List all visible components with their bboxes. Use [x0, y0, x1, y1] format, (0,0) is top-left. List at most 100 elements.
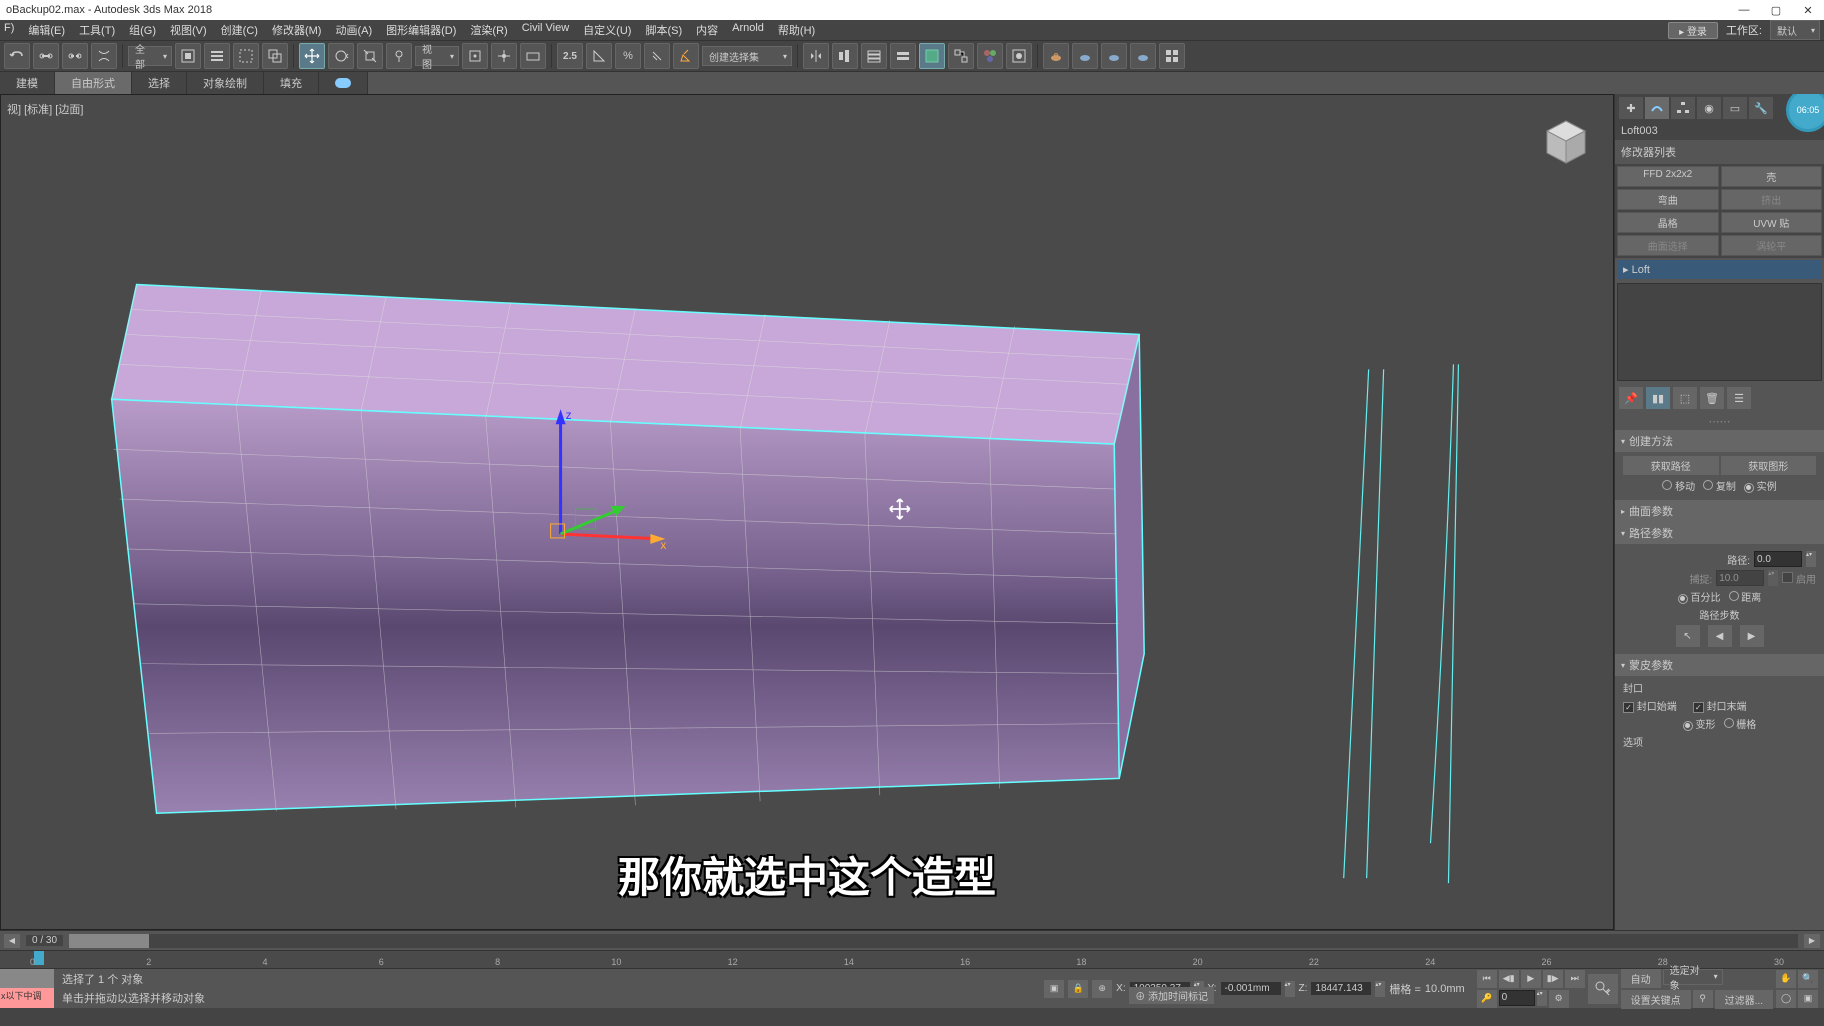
- large-key-icon[interactable]: [1588, 974, 1618, 1004]
- get-path-button[interactable]: 获取路径: [1623, 456, 1719, 475]
- menu-item[interactable]: 创建(C): [221, 22, 258, 38]
- minimize-icon[interactable]: —: [1734, 3, 1754, 17]
- schematic-icon[interactable]: [948, 43, 974, 69]
- ref-coord-dropdown[interactable]: 视图: [415, 46, 459, 66]
- percent-snap-icon[interactable]: %: [615, 43, 641, 69]
- next-shape-icon[interactable]: ▶: [1740, 625, 1764, 647]
- display-tab-icon[interactable]: ▭: [1723, 97, 1747, 119]
- time-config-icon[interactable]: ⚙: [1549, 990, 1569, 1008]
- bind-icon[interactable]: [91, 43, 117, 69]
- next-frame-icon[interactable]: ▮▶: [1543, 970, 1563, 988]
- rotate-icon[interactable]: [328, 43, 354, 69]
- prev-shape-icon[interactable]: ◀: [1708, 625, 1732, 647]
- enable-checkbox[interactable]: 启用: [1782, 571, 1816, 586]
- modify-tab-icon[interactable]: [1645, 97, 1669, 119]
- move-icon[interactable]: [299, 43, 325, 69]
- viewport-grid-icon[interactable]: [1159, 43, 1185, 69]
- scale-icon[interactable]: [357, 43, 383, 69]
- menu-item[interactable]: 帮助(H): [778, 22, 815, 38]
- modifier-stack-area[interactable]: [1617, 283, 1822, 381]
- edit-selection-icon[interactable]: [673, 43, 699, 69]
- menu-item[interactable]: 编辑(E): [28, 22, 65, 38]
- placement-icon[interactable]: [386, 43, 412, 69]
- workspace-dropdown[interactable]: 默认: [1770, 20, 1820, 40]
- timeline-left-arrow[interactable]: ◀: [4, 934, 20, 948]
- cap-end-checkbox[interactable]: 封口末端: [1693, 698, 1747, 713]
- path-spinner[interactable]: [1754, 551, 1802, 567]
- rollout-create-method[interactable]: 创建方法: [1615, 430, 1824, 452]
- quick-modifier-button[interactable]: 晶格: [1617, 212, 1719, 233]
- render-setup-icon[interactable]: [1006, 43, 1032, 69]
- key-filter-button[interactable]: 过滤器...: [1715, 990, 1773, 1009]
- move-radio[interactable]: 移动: [1662, 478, 1695, 493]
- coord-display-icon[interactable]: ⊕: [1092, 980, 1112, 998]
- menu-item[interactable]: 修改器(M): [272, 22, 322, 38]
- prev-frame-icon[interactable]: ◀▮: [1499, 970, 1519, 988]
- menu-item[interactable]: 图形编辑器(D): [386, 22, 456, 38]
- pan-view-icon[interactable]: ✋: [1776, 970, 1796, 988]
- zoom-icon[interactable]: 🔍: [1798, 970, 1818, 988]
- keyboard-icon[interactable]: [520, 43, 546, 69]
- menu-item[interactable]: Arnold: [732, 22, 764, 38]
- z-coord[interactable]: 18447.143: [1311, 982, 1371, 995]
- timeline-scrollbar[interactable]: [69, 934, 1798, 948]
- teapot3-icon[interactable]: [1101, 43, 1127, 69]
- copy-radio[interactable]: 复制: [1703, 478, 1736, 493]
- menu-item[interactable]: 内容: [696, 22, 718, 38]
- menu-item[interactable]: 组(G): [129, 22, 156, 38]
- play-icon[interactable]: ▶: [1521, 970, 1541, 988]
- link-icon[interactable]: [33, 43, 59, 69]
- toggle-ribbon-icon[interactable]: [890, 43, 916, 69]
- remove-modifier-icon[interactable]: 🗑: [1700, 387, 1724, 409]
- material-editor-icon[interactable]: [977, 43, 1003, 69]
- quick-modifier-button[interactable]: FFD 2x2x2: [1617, 166, 1719, 187]
- morph-radio[interactable]: 变形: [1683, 716, 1716, 731]
- teapot1-icon[interactable]: [1043, 43, 1069, 69]
- named-selection-dropdown[interactable]: 创建选择集: [702, 46, 792, 66]
- cap-start-checkbox[interactable]: 封口始端: [1623, 698, 1677, 713]
- max-viewport-icon[interactable]: ▣: [1798, 990, 1818, 1008]
- ribbon-toggle[interactable]: [319, 72, 368, 94]
- select-all-icon[interactable]: [175, 43, 201, 69]
- set-key-button[interactable]: 设置关键点: [1621, 990, 1691, 1009]
- menu-item[interactable]: 视图(V): [170, 22, 207, 38]
- path-spinner-buttons[interactable]: ▴▾: [1806, 551, 1816, 567]
- menu-item[interactable]: 脚本(S): [645, 22, 682, 38]
- mirror-icon[interactable]: [803, 43, 829, 69]
- maximize-icon[interactable]: ▢: [1766, 3, 1786, 17]
- teapot2-icon[interactable]: [1072, 43, 1098, 69]
- menu-item[interactable]: F): [4, 22, 14, 38]
- pivot-icon[interactable]: [462, 43, 488, 69]
- quick-modifier-button[interactable]: 弯曲: [1617, 189, 1719, 210]
- selection-filter-dropdown[interactable]: 全部: [128, 46, 172, 66]
- curve-editor-icon[interactable]: [919, 43, 945, 69]
- teapot4-icon[interactable]: [1130, 43, 1156, 69]
- goto-start-icon[interactable]: ⏮: [1477, 970, 1497, 988]
- login-button[interactable]: ▸ 登录: [1668, 22, 1718, 39]
- isolate-icon[interactable]: ▣: [1044, 980, 1064, 998]
- y-coord[interactable]: -0.001mm: [1221, 982, 1281, 995]
- menu-item[interactable]: 工具(T): [79, 22, 115, 38]
- menu-item[interactable]: 自定义(U): [583, 22, 631, 38]
- layer-icon[interactable]: [861, 43, 887, 69]
- menu-item[interactable]: 渲染(R): [470, 22, 507, 38]
- quick-modifier-button[interactable]: 壳: [1721, 166, 1823, 187]
- goto-end-icon[interactable]: ⏭: [1565, 970, 1585, 988]
- quick-modifier-button[interactable]: 涡轮平: [1721, 235, 1823, 256]
- ribbon-tab[interactable]: 对象绘制: [187, 72, 264, 94]
- lock-icon[interactable]: 🔒: [1068, 980, 1088, 998]
- rollout-path-params[interactable]: 路径参数: [1615, 522, 1824, 544]
- key-mode-icon[interactable]: 🔑: [1477, 990, 1497, 1008]
- select-by-name-icon[interactable]: [204, 43, 230, 69]
- time-marker[interactable]: [34, 951, 44, 965]
- script-listener[interactable]: x以下中调: [0, 969, 54, 1008]
- timeline-right-arrow[interactable]: ▶: [1804, 934, 1820, 948]
- window-crossing-icon[interactable]: [262, 43, 288, 69]
- ribbon-tab[interactable]: 填充: [264, 72, 319, 94]
- modifier-list-label[interactable]: 修改器列表: [1615, 140, 1824, 164]
- distance-radio[interactable]: 距离: [1729, 589, 1762, 604]
- align-icon[interactable]: [832, 43, 858, 69]
- instance-radio[interactable]: 实例: [1744, 478, 1777, 493]
- quick-modifier-button[interactable]: UVW 贴: [1721, 212, 1823, 233]
- view-cube[interactable]: [1537, 113, 1595, 171]
